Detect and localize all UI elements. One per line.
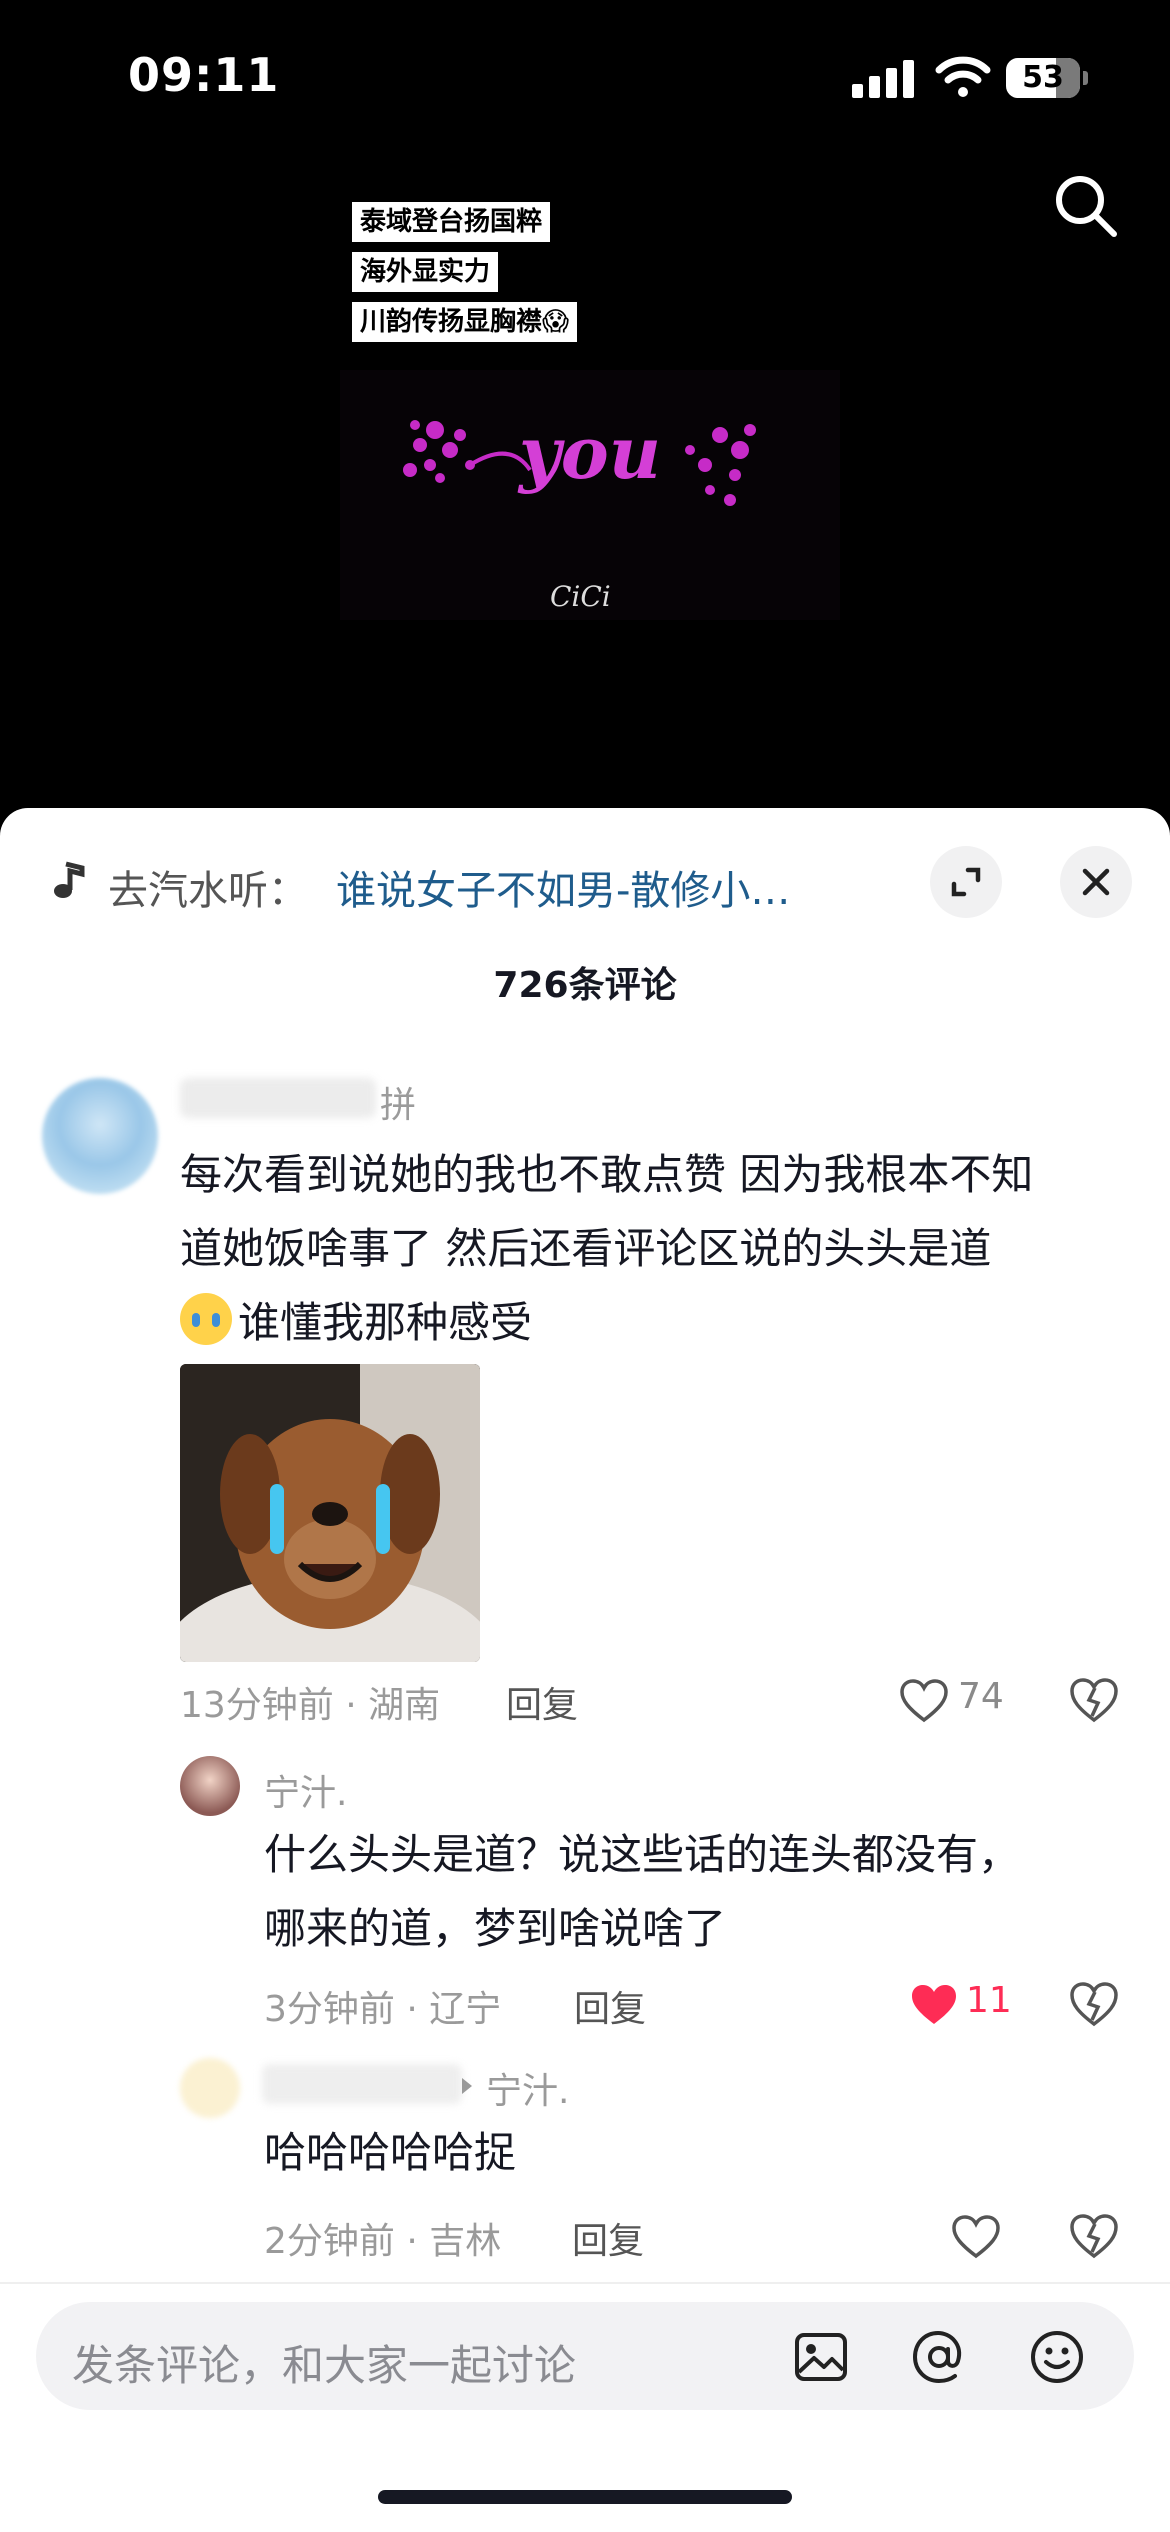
mention-icon[interactable]: [910, 2328, 968, 2386]
status-time: 09:11: [128, 48, 280, 102]
dislike-icon[interactable]: [1068, 2212, 1120, 2260]
comment-line: 谁懂我那种感受: [180, 1286, 1120, 1360]
comment-meta: 13分钟前 · 湖南: [180, 1685, 441, 1726]
expand-icon: [951, 867, 981, 897]
reply-button[interactable]: 回复: [574, 1980, 646, 2032]
comment-line: 每次看到说她的我也不敢点赞 因为我根本不知: [180, 1150, 1034, 1199]
art-word: you: [517, 410, 661, 495]
caption-line: 海外显实力: [352, 252, 499, 292]
video-player[interactable]: 09:11 53 泰域登台扬国粹 海外显实力 川韵传扬显胸襟😱 you CiCi: [0, 0, 1170, 830]
home-indicator[interactable]: [378, 2490, 792, 2504]
avatar[interactable]: [180, 2058, 240, 2118]
liked-heart-icon[interactable]: [908, 1982, 960, 2028]
caption-line: 川韵传扬显胸襟😱: [352, 302, 578, 342]
dislike-icon[interactable]: [1068, 1980, 1120, 2028]
reply-to-username[interactable]: 宁汁.: [486, 2062, 569, 2114]
expand-button[interactable]: [930, 846, 1002, 918]
reply-meta: 3分钟前 · 辽宁: [264, 1989, 502, 2030]
dislike-icon[interactable]: [1068, 1676, 1120, 1724]
crying-face-icon: [180, 1293, 232, 1345]
video-captions: 泰域登台扬国粹 海外显实力 川韵传扬显胸襟😱: [352, 202, 578, 352]
like-count: 11: [966, 1980, 1012, 2021]
sheet-header: 去汽水听： 谁说女子不如男-散修小…: [0, 808, 1170, 918]
comment-input-placeholder: 发条评论，和大家一起讨论: [72, 2341, 577, 2390]
like-count: 74: [958, 1676, 1004, 1717]
cellular-signal-icon: [852, 60, 914, 98]
reply-username[interactable]: 宁汁.: [264, 1764, 347, 1816]
reply-button[interactable]: 回复: [572, 2212, 644, 2264]
like-icon[interactable]: [898, 1678, 950, 1724]
like-icon[interactable]: [950, 2214, 1002, 2260]
status-bar: 09:11 53: [0, 0, 1170, 150]
search-icon[interactable]: [1050, 170, 1122, 242]
divider: [0, 2282, 1170, 2284]
comment-sheet: 去汽水听： 谁说女子不如男-散修小… 726条评论 拼 每次看到说她的我也不敢点…: [0, 808, 1170, 2532]
wifi-icon: [935, 56, 991, 97]
battery-level: 53: [1022, 60, 1064, 95]
reply-text: 哈哈哈哈哈捉: [264, 2128, 517, 2177]
reply-meta: 2分钟前 · 吉林: [264, 2221, 502, 2262]
music-note-icon: [54, 861, 85, 898]
comment-line-text: 谁懂我那种感受: [238, 1298, 533, 1347]
watermark: CiCi: [550, 580, 611, 613]
username-redacted[interactable]: [262, 2064, 462, 2104]
username[interactable]: 拼: [380, 1076, 416, 1128]
image-icon[interactable]: [792, 2328, 850, 2386]
reply-line: 哪来的道，梦到啥说啥了: [264, 1904, 727, 1953]
music-link[interactable]: 谁说女子不如男-散修小…: [336, 858, 790, 916]
username-redacted[interactable]: [180, 1078, 376, 1118]
caption-line: 泰域登台扬国粹: [352, 202, 551, 242]
reply-button[interactable]: 回复: [506, 1676, 578, 1728]
close-icon: [1082, 868, 1110, 896]
close-button[interactable]: [1060, 846, 1132, 918]
comment-line: 道她饭啥事了 然后还看评论区说的头头是道: [180, 1224, 992, 1273]
emoji-icon[interactable]: [1028, 2328, 1086, 2386]
avatar[interactable]: [180, 1756, 240, 1816]
reply-text: 什么头头是道？说这些话的连头都没有， 哪来的道，梦到啥说啥了: [264, 1818, 1104, 1966]
comment-input[interactable]: 发条评论，和大家一起讨论: [36, 2302, 1134, 2410]
comment-text: 每次看到说她的我也不敢点赞 因为我根本不知 道她饭啥事了 然后还看评论区说的头头…: [180, 1138, 1120, 1360]
reply-line: 什么头头是道？说这些话的连头都没有，: [264, 1830, 1021, 1879]
comment-count: 726条评论: [493, 965, 677, 1006]
crying-dog-sticker[interactable]: [180, 1364, 480, 1662]
avatar[interactable]: [42, 1078, 158, 1194]
music-prefix: 去汽水听：: [108, 868, 308, 914]
reply-arrow-icon: [462, 2078, 472, 2094]
battery-icon: 53: [1006, 58, 1088, 98]
